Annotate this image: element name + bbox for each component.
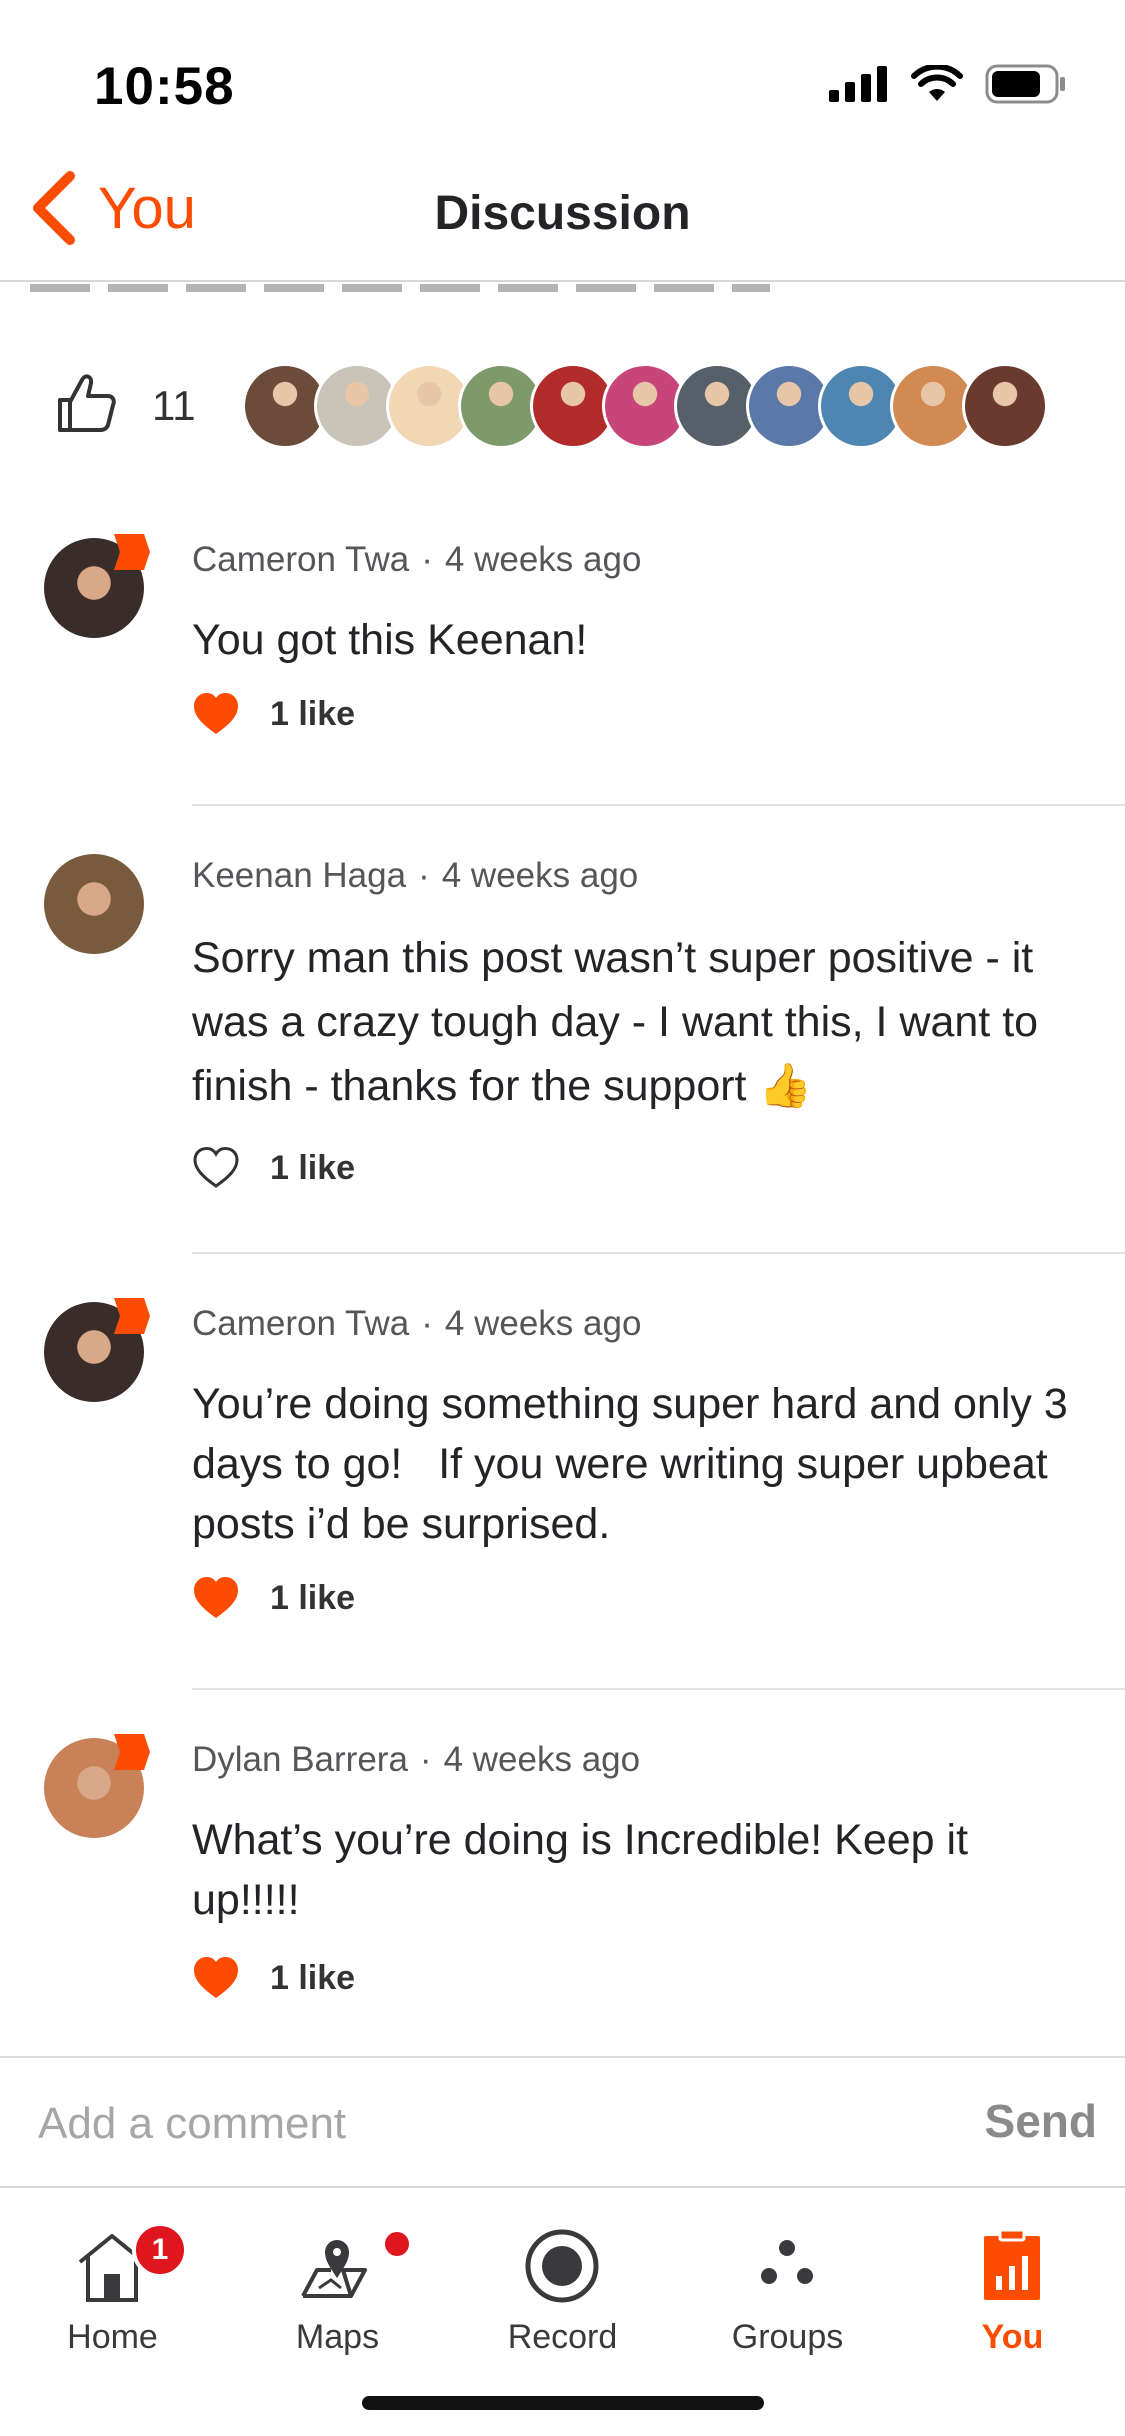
maps-notification-dot xyxy=(385,2232,409,2256)
comment-meta: Dylan Barrera · 4 weeks ago xyxy=(192,1740,641,1779)
you-profile-icon xyxy=(984,2228,1040,2300)
comment-like[interactable]: 1 like xyxy=(192,1576,355,1620)
home-notification-badge: 1 xyxy=(132,2222,188,2278)
avatar[interactable] xyxy=(44,534,150,642)
like-count: 1 like xyxy=(270,694,356,733)
comment-meta: Cameron Twa · 4 weeks ago xyxy=(192,1304,642,1343)
page-title: Discussion xyxy=(434,187,691,240)
nav-header: You Discussion xyxy=(0,150,1125,282)
comment-divider xyxy=(192,1252,1125,1254)
heart-filled-icon[interactable] xyxy=(192,692,240,736)
comment-meta: Keenan Haga · 4 weeks ago xyxy=(192,856,639,895)
subscriber-badge-icon xyxy=(114,534,150,570)
comment-like[interactable]: 1 like xyxy=(192,1146,355,1190)
comment-text: What’s you’re doing is Incredible! Keep … xyxy=(192,1816,969,1924)
tab-home[interactable]: 1 Home xyxy=(0,2206,225,2366)
tab-label: Home xyxy=(67,2318,158,2356)
record-icon xyxy=(525,2229,599,2303)
send-button[interactable]: Send xyxy=(985,2094,1097,2148)
comment-composer: Send xyxy=(0,2056,1125,2188)
tab-label: Groups xyxy=(731,2318,844,2356)
heart-filled-icon[interactable] xyxy=(192,1576,240,1620)
tab-label: Maps xyxy=(295,2318,380,2356)
scrolled-text-remnant xyxy=(30,284,770,292)
comment-author[interactable]: Dylan Barrera xyxy=(192,1740,408,1779)
subscriber-badge-icon xyxy=(114,1734,150,1770)
status-time: 10:58 xyxy=(94,57,235,116)
kudos-row: 11 xyxy=(0,350,1125,460)
comment-time: 4 weeks ago xyxy=(443,1740,641,1779)
comment-text: You got this Keenan! xyxy=(192,616,588,664)
comment-author[interactable]: Cameron Twa xyxy=(192,540,409,579)
comment-author[interactable]: Keenan Haga xyxy=(192,856,406,895)
tab-you[interactable]: You xyxy=(900,2206,1125,2366)
kudos-avatar[interactable] xyxy=(962,363,1048,449)
comment-text: You’re doing something super hard and on… xyxy=(192,1380,1080,1548)
groups-icon xyxy=(761,2240,813,2284)
comment-time: 4 weeks ago xyxy=(441,856,639,895)
comment-author[interactable]: Cameron Twa xyxy=(192,1304,409,1343)
tab-label: Record xyxy=(507,2318,618,2356)
comment-input[interactable] xyxy=(38,2088,918,2160)
thumbs-up-icon[interactable] xyxy=(52,370,118,436)
heart-filled-icon[interactable] xyxy=(192,1956,240,2000)
like-count: 1 like xyxy=(270,1958,356,1997)
comment-divider xyxy=(192,804,1125,806)
heart-outline-icon[interactable] xyxy=(192,1146,240,1190)
comment-text: Sorry man this post wasn’t super positiv… xyxy=(192,934,1039,1110)
tab-record[interactable]: Record xyxy=(450,2206,675,2366)
comment-like[interactable]: 1 like xyxy=(192,692,355,736)
status-icons xyxy=(829,64,1067,104)
maps-icon xyxy=(301,2240,367,2298)
avatar[interactable] xyxy=(44,1734,150,1842)
home-indicator xyxy=(362,2396,764,2410)
tab-maps[interactable]: Maps xyxy=(225,2206,450,2366)
comment-time: 4 weeks ago xyxy=(444,1304,642,1343)
tab-label: You xyxy=(981,2318,1044,2356)
comment-time: 4 weeks ago xyxy=(444,540,642,579)
comment-like[interactable]: 1 like xyxy=(192,1956,355,2000)
wifi-icon xyxy=(911,65,963,101)
avatar[interactable] xyxy=(44,1298,150,1406)
battery-icon xyxy=(985,64,1065,104)
like-count: 1 like xyxy=(270,1148,356,1187)
cellular-signal-icon xyxy=(829,66,887,102)
status-bar: 10:58 xyxy=(0,0,1125,150)
comment-divider xyxy=(192,1688,1125,1690)
comment-meta: Cameron Twa · 4 weeks ago xyxy=(192,540,642,579)
subscriber-badge-icon xyxy=(114,1298,150,1334)
tab-groups[interactable]: Groups xyxy=(675,2206,900,2366)
avatar[interactable] xyxy=(44,854,148,958)
kudos-count[interactable]: 11 xyxy=(152,382,196,430)
like-count: 1 like xyxy=(270,1578,356,1617)
